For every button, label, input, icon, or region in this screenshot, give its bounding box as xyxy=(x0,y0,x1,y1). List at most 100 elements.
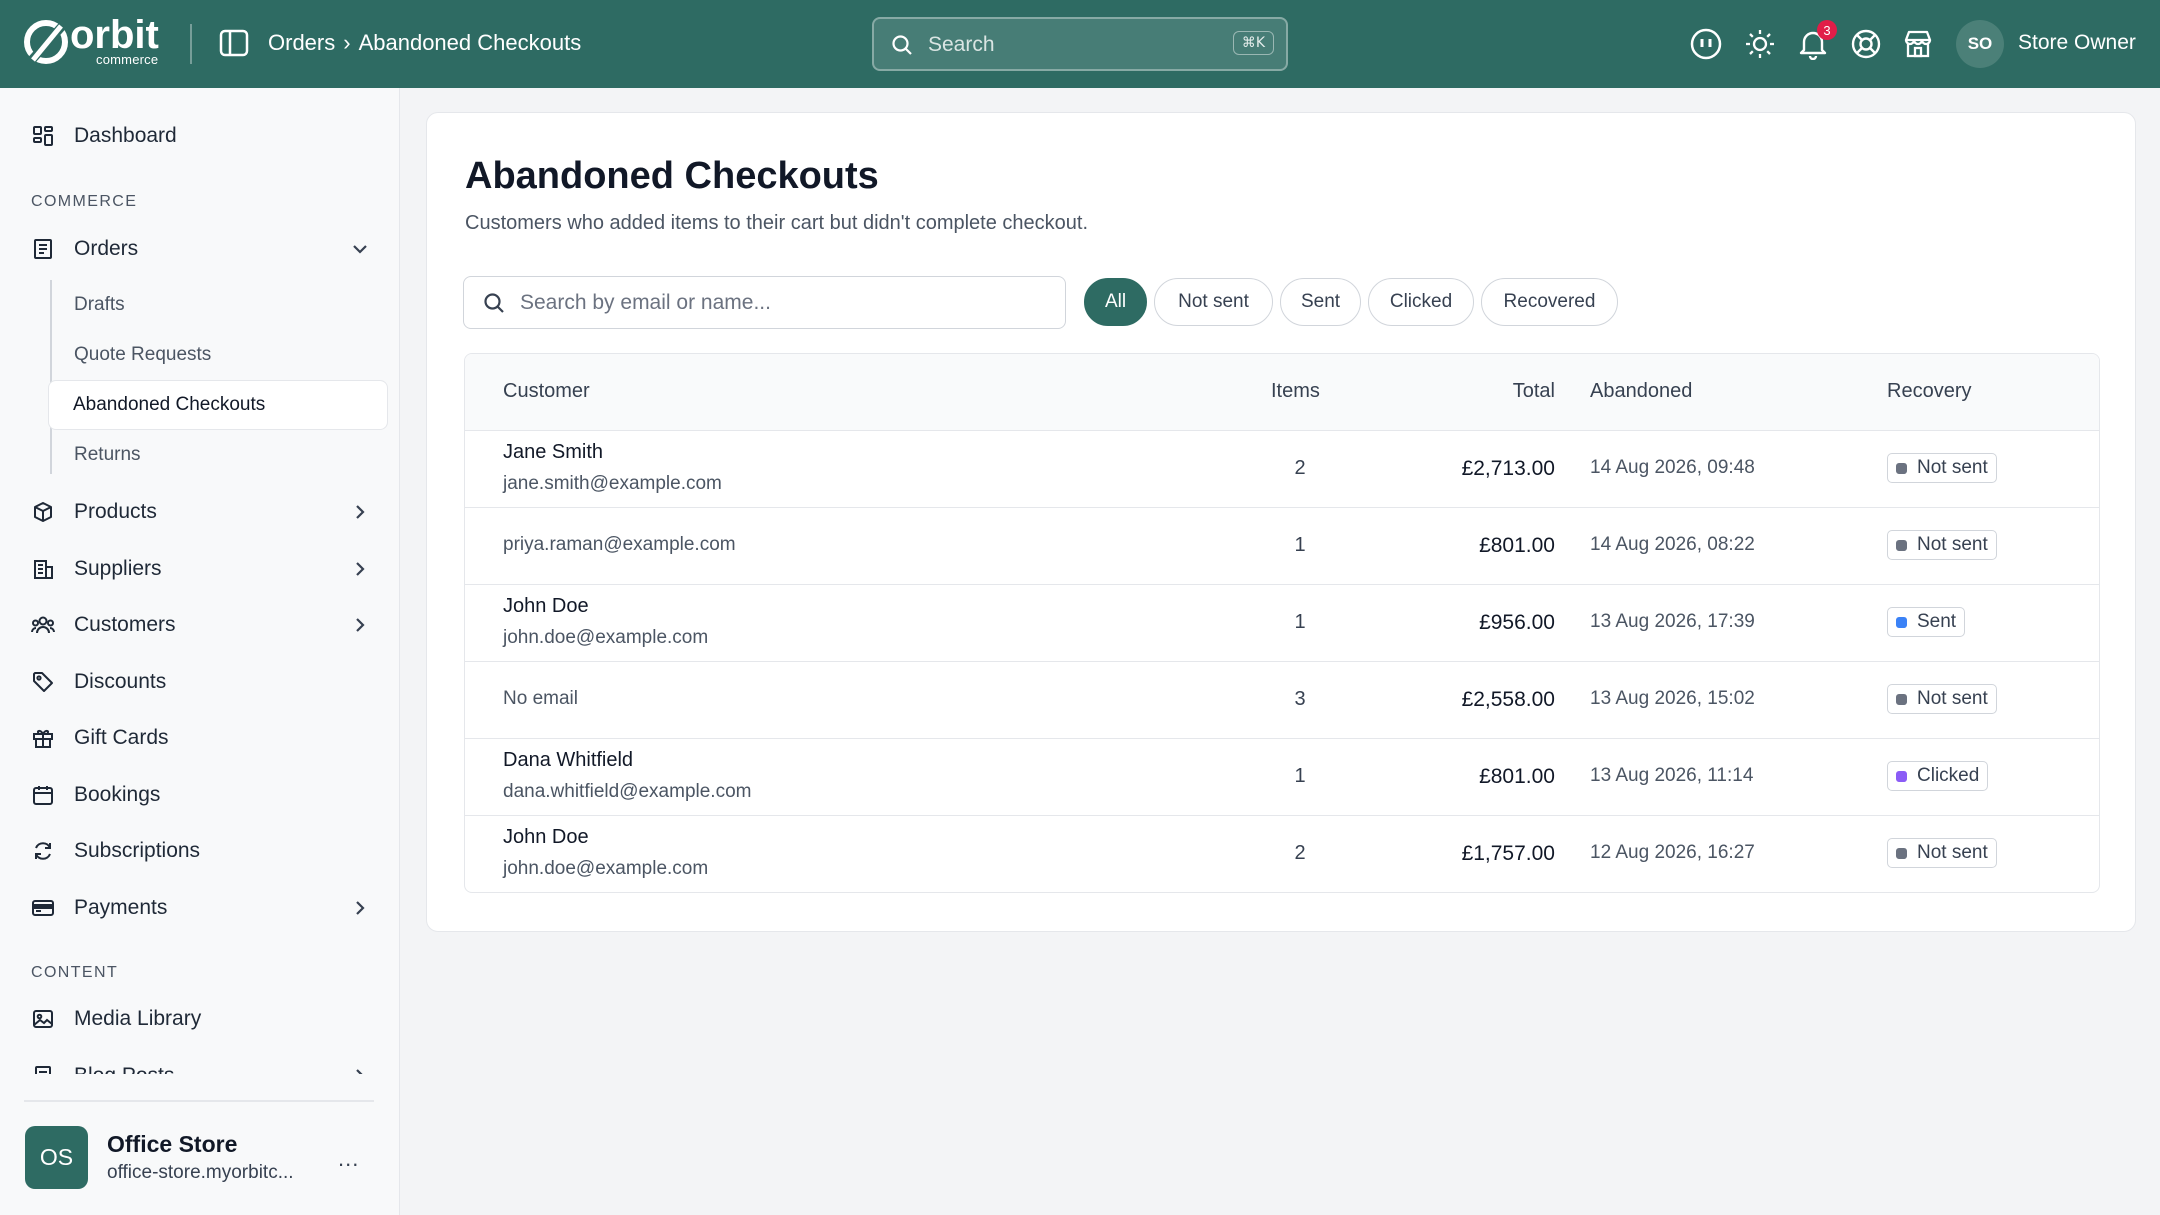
sidebar-item-blog-posts[interactable]: Blog Posts xyxy=(30,1056,370,1087)
logo-subtitle: commerce xyxy=(96,52,159,67)
sidebar-item-products[interactable]: Products xyxy=(30,492,370,532)
sidebar-item-subscriptions[interactable]: Subscriptions xyxy=(30,831,370,871)
checkout-total: £2,558.00 xyxy=(1461,688,1555,711)
store-more-menu-icon[interactable]: ... xyxy=(338,1146,359,1172)
sidebar-item-payments[interactable]: Payments xyxy=(30,888,370,928)
status-dot xyxy=(1896,462,1907,474)
sidebar-item-discounts[interactable]: Discounts xyxy=(30,662,370,702)
users-icon xyxy=(30,612,56,638)
checkout-search-placeholder: Search by email or name... xyxy=(520,291,771,314)
chevron-down-icon[interactable] xyxy=(350,239,370,265)
filter-chip-recovered[interactable]: Recovered xyxy=(1481,278,1618,326)
sidebar-label-blog-posts: Blog Posts xyxy=(74,1064,175,1087)
filter-chip-not-sent[interactable]: Not sent xyxy=(1154,278,1273,326)
sidebar-item-gift-cards[interactable]: Gift Cards xyxy=(30,718,370,758)
store-avatar[interactable]: OS xyxy=(25,1126,88,1189)
filter-chip-sent[interactable]: Sent xyxy=(1280,278,1361,326)
status-dot xyxy=(1896,616,1907,628)
store-url: office-store.myorbitc... xyxy=(107,1162,294,1183)
column-header-recovery[interactable]: Recovery xyxy=(1887,380,1971,403)
recovery-status-badge: Not sent xyxy=(1887,684,1997,714)
column-header-total[interactable]: Total xyxy=(1513,380,1555,403)
storefront-icon[interactable] xyxy=(1898,24,1938,64)
items-count: 1 xyxy=(1294,611,1306,633)
orbit-logo[interactable]: orbit commerce xyxy=(24,16,174,72)
sidebar-subitem-returns[interactable]: Returns xyxy=(74,444,141,466)
chevron-right-icon[interactable] xyxy=(350,615,370,641)
customer-name: John Doe xyxy=(503,826,589,848)
filter-chip-all[interactable]: All xyxy=(1084,278,1147,326)
abandoned-checkouts-table: Customer Items Total Abandoned Recovery … xyxy=(464,353,2100,893)
abandoned-date: 14 Aug 2026, 08:22 xyxy=(1590,534,1755,555)
sidebar-label-suppliers: Suppliers xyxy=(74,557,162,580)
sidebar-item-media-library[interactable]: Media Library xyxy=(30,999,370,1039)
tag-icon xyxy=(30,669,56,695)
chevron-right-icon[interactable] xyxy=(350,559,370,585)
orders-receipt-icon xyxy=(30,236,56,262)
status-dot xyxy=(1896,693,1907,705)
sidebar-label-gift-cards: Gift Cards xyxy=(74,726,169,749)
column-header-customer[interactable]: Customer xyxy=(503,380,590,403)
sidebar-subitem-quote-requests[interactable]: Quote Requests xyxy=(74,344,211,366)
status-dot xyxy=(1896,770,1907,782)
table-row[interactable]: Dana Whitfield dana.whitfield@example.co… xyxy=(465,739,2099,816)
user-name[interactable]: Store Owner xyxy=(2018,31,2136,55)
user-avatar[interactable]: SO xyxy=(1956,20,2004,68)
table-header: Customer Items Total Abandoned Recovery xyxy=(465,354,2099,431)
sidebar-item-customers[interactable]: Customers xyxy=(30,605,370,645)
sidebar-label-dashboard: Dashboard xyxy=(74,124,177,147)
top-bar: orbit commerce Orders › Abandoned Checko… xyxy=(0,0,2160,88)
checkout-search-input[interactable]: Search by email or name... xyxy=(463,276,1066,329)
assistant-icon[interactable] xyxy=(1686,24,1726,64)
column-header-items[interactable]: Items xyxy=(1271,380,1320,403)
sidebar-subitem-drafts[interactable]: Drafts xyxy=(74,294,125,316)
abandoned-date: 14 Aug 2026, 09:48 xyxy=(1590,457,1755,478)
sidebar-item-dashboard[interactable]: Dashboard xyxy=(30,116,370,156)
page-title: Abandoned Checkouts xyxy=(465,155,879,197)
sidebar-subitem-abandoned-label: Abandoned Checkouts xyxy=(73,394,266,415)
table-row[interactable]: priya.raman@example.com 1 £801.00 14 Aug… xyxy=(465,508,2099,585)
customer-email: priya.raman@example.com xyxy=(503,534,736,555)
sidebar-item-suppliers[interactable]: Suppliers xyxy=(30,549,370,589)
chevron-right-icon[interactable] xyxy=(350,898,370,924)
chevron-right-icon[interactable] xyxy=(350,502,370,528)
sidebar-label-media-library: Media Library xyxy=(74,1007,202,1030)
table-row[interactable]: John Doe john.doe@example.com 1 £956.00 … xyxy=(465,585,2099,662)
status-dot xyxy=(1896,847,1907,859)
filter-chip-clicked[interactable]: Clicked xyxy=(1368,278,1474,326)
table-row[interactable]: No email 3 £2,558.00 13 Aug 2026, 15:02 … xyxy=(465,662,2099,739)
building-icon xyxy=(30,556,56,582)
sidebar-subitem-abandoned-checkouts[interactable]: Abandoned Checkouts xyxy=(48,380,388,430)
column-header-abandoned[interactable]: Abandoned xyxy=(1590,380,1692,403)
section-label-commerce: COMMERCE xyxy=(31,193,138,210)
table-row[interactable]: John Doe john.doe@example.com 2 £1,757.0… xyxy=(465,816,2099,892)
customer-name: Dana Whitfield xyxy=(503,749,634,771)
chevron-right-icon[interactable] xyxy=(350,1066,370,1074)
customer-email: No email xyxy=(503,688,578,709)
page-subtitle: Customers who added items to their cart … xyxy=(465,212,1089,234)
gift-icon xyxy=(30,725,56,751)
store-name[interactable]: Office Store xyxy=(107,1131,237,1158)
notifications-bell-icon[interactable]: 3 xyxy=(1793,20,1837,64)
breadcrumb-orders[interactable]: Orders xyxy=(268,30,335,56)
global-search-input[interactable]: Search ⌘K xyxy=(872,17,1288,71)
items-count: 2 xyxy=(1294,457,1306,479)
package-icon xyxy=(30,499,56,525)
customer-name: John Doe xyxy=(503,595,589,617)
customer-email: john.doe@example.com xyxy=(503,858,709,879)
help-lifebuoy-icon[interactable] xyxy=(1846,24,1886,64)
sidebar-label-discounts: Discounts xyxy=(74,670,167,693)
dashboard-grid-icon xyxy=(30,123,56,149)
sidebar-toggle-icon[interactable] xyxy=(218,28,252,60)
recovery-status-label: Not sent xyxy=(1917,457,1988,478)
search-icon xyxy=(890,33,914,62)
global-search-placeholder: Search xyxy=(928,33,995,56)
table-row[interactable]: Jane Smith jane.smith@example.com 2 £2,7… xyxy=(465,431,2099,508)
sidebar-item-orders[interactable]: Orders xyxy=(30,229,370,269)
sidebar-item-bookings[interactable]: Bookings xyxy=(30,775,370,815)
orders-submenu-rail xyxy=(50,280,52,474)
abandoned-date: 13 Aug 2026, 11:14 xyxy=(1590,765,1754,786)
theme-sun-icon[interactable] xyxy=(1740,24,1780,64)
section-label-content: CONTENT xyxy=(31,964,119,981)
breadcrumb-current: Abandoned Checkouts xyxy=(358,30,582,55)
